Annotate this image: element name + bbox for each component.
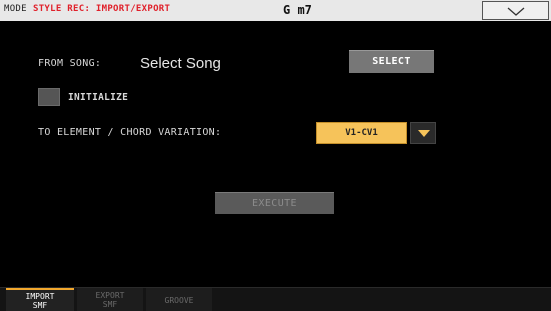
initialize-checkbox[interactable] <box>38 88 60 106</box>
tab-label-line1: EXPORT <box>95 291 125 300</box>
from-song-label: FROM SONG: <box>38 58 102 69</box>
page-menu-button[interactable] <box>482 1 549 20</box>
execute-button[interactable]: EXECUTE <box>215 192 334 214</box>
mode-label: MODE <box>4 4 27 14</box>
triangle-down-icon <box>418 130 430 137</box>
song-value: Select Song <box>140 55 221 72</box>
tab-label-line2: SMF <box>102 300 118 309</box>
tab-bar: IMPORT SMF EXPORT SMF GROOVE <box>0 287 551 311</box>
chord-display: G m7 <box>283 3 312 17</box>
element-variation-dropdown-button[interactable] <box>410 122 436 144</box>
select-button[interactable]: SELECT <box>349 50 434 73</box>
tab-label-line1: GROOVE <box>164 296 194 305</box>
tab-label-line1: IMPORT <box>25 292 55 301</box>
tab-export-smf[interactable]: EXPORT SMF <box>77 288 143 311</box>
element-variation-label: TO ELEMENT / CHORD VARIATION: <box>38 127 222 138</box>
chevron-down-icon <box>507 7 525 16</box>
mode-value: STYLE REC: IMPORT/EXPORT <box>33 4 171 14</box>
display: MODE STYLE REC: IMPORT/EXPORT G m7 FROM … <box>0 0 551 311</box>
header-bar: MODE STYLE REC: IMPORT/EXPORT G m7 <box>0 0 551 21</box>
initialize-label: INITIALIZE <box>68 92 129 103</box>
tab-import-smf[interactable]: IMPORT SMF <box>6 288 74 311</box>
element-variation-select[interactable]: V1-CV1 <box>316 122 407 144</box>
tab-label-line2: SMF <box>32 301 48 310</box>
tab-groove[interactable]: GROOVE <box>146 288 212 311</box>
